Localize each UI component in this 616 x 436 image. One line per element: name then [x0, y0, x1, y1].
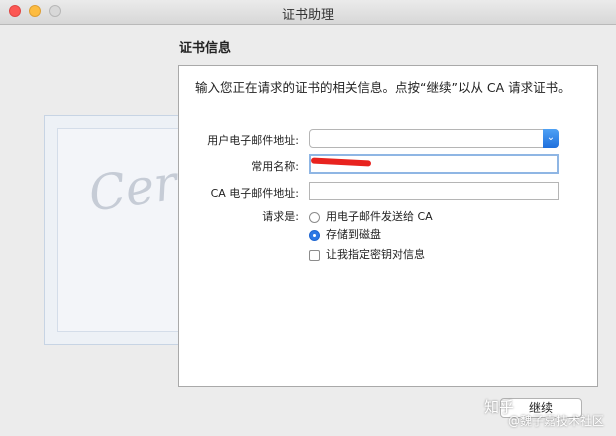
specify-key-pair-checkbox[interactable]: 让我指定密钥对信息	[309, 246, 425, 262]
request-type-label: 请求是:	[262, 210, 299, 223]
radio-save-to-disk[interactable]: 存储到磁盘	[309, 226, 381, 242]
form-panel: 输入您正在请求的证书的相关信息。点按“继续”以从 CA 请求证书。 用户电子邮件…	[178, 65, 598, 387]
radio-button[interactable]	[309, 211, 320, 223]
intro-text: 输入您正在请求的证书的相关信息。点按“继续”以从 CA 请求证书。	[195, 80, 571, 95]
chevron-down-icon[interactable]: ⌄	[543, 129, 559, 148]
radio-email-to-ca[interactable]: 用电子邮件发送给 CA	[309, 208, 433, 224]
ca-email-label: CA 电子邮件地址:	[210, 187, 299, 200]
radio-label: 用电子邮件发送给 CA	[326, 210, 433, 223]
watermark-text: @魏子嘉技术社区	[508, 414, 605, 428]
radio-label: 存储到磁盘	[326, 228, 381, 241]
common-name-field[interactable]	[309, 154, 559, 174]
checkbox-label: 让我指定密钥对信息	[326, 248, 425, 261]
redaction-mark	[310, 157, 372, 167]
user-email-select[interactable]: ⌄	[309, 129, 559, 148]
section-title: 证书信息	[179, 41, 232, 56]
window-title: 证书助理	[281, 8, 334, 23]
ca-email-field[interactable]	[309, 182, 559, 200]
user-email-label: 用户电子邮件地址:	[207, 134, 299, 147]
title-bar: 证书助理	[0, 0, 616, 25]
certificate-assistant-window: 证书助理 Certificate 证书信息 输入您正在请求的证书的相关信息。点按…	[0, 0, 616, 436]
checkbox[interactable]	[309, 249, 320, 261]
common-name-label: 常用名称:	[251, 160, 299, 173]
radio-button-selected[interactable]	[309, 229, 320, 241]
